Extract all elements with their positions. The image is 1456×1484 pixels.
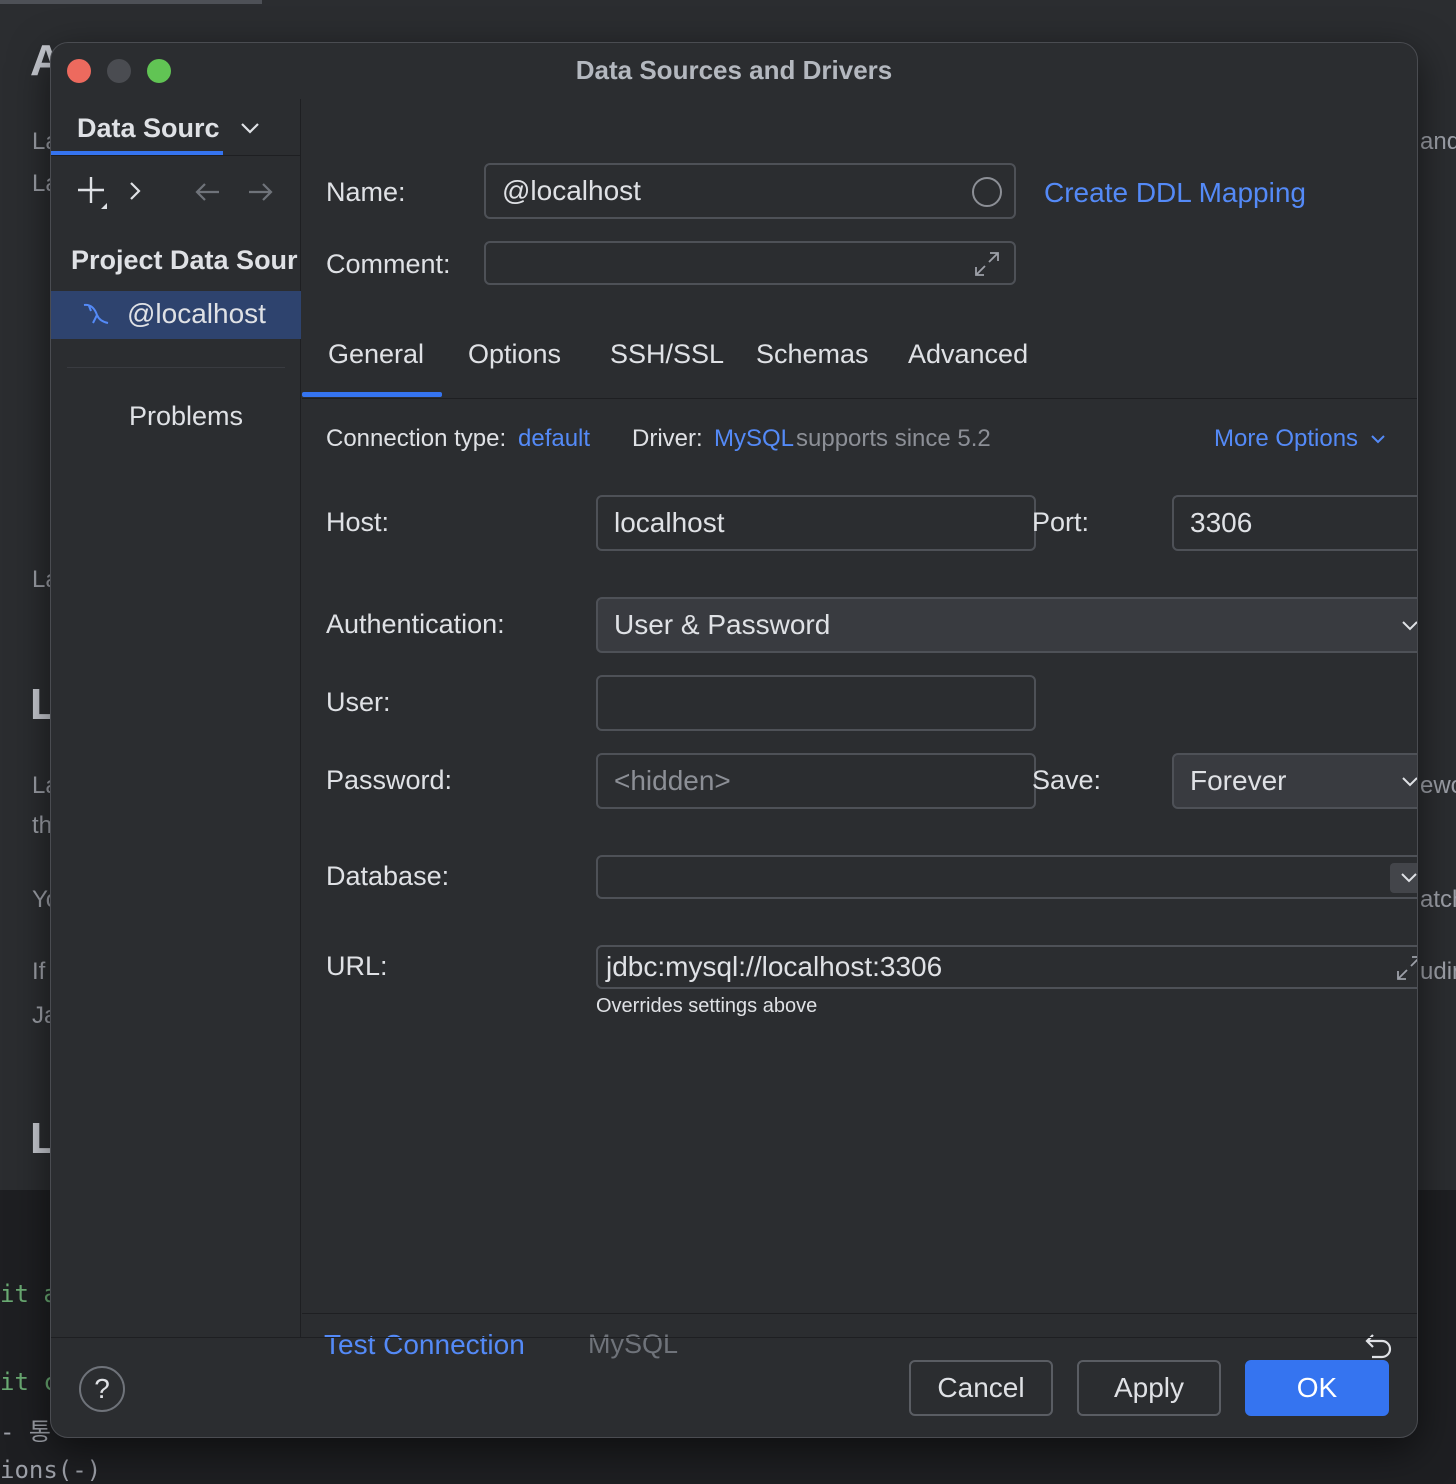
tab-schemas[interactable]: Schemas	[756, 339, 869, 370]
connection-type-label: Connection type:	[326, 425, 507, 452]
user-field[interactable]	[596, 675, 1036, 731]
sidebar-separator	[67, 367, 285, 368]
name-field[interactable]: @localhost	[484, 163, 1016, 219]
background-text: and	[1420, 128, 1456, 155]
sidebar: Data Sourc Project Data Sour @localhost …	[51, 99, 301, 1337]
sidebar-item-problems[interactable]: Problems	[51, 401, 321, 432]
chevron-down-icon	[1401, 873, 1417, 883]
background-code: ions(-)	[0, 1456, 102, 1484]
port-label: Port:	[1032, 507, 1090, 537]
authentication-value: User & Password	[614, 609, 831, 640]
tab-general[interactable]: General	[328, 339, 424, 370]
host-field[interactable]: localhost	[596, 495, 1036, 551]
sidebar-tab-data-sources[interactable]: Data Sourc	[77, 113, 223, 144]
create-ddl-mapping-link[interactable]: Create DDL Mapping	[1044, 177, 1306, 209]
name-label: Name:	[326, 177, 406, 207]
url-field[interactable]: jdbc:mysql://localhost:3306	[596, 945, 1418, 989]
expand-icon[interactable]	[1392, 951, 1418, 985]
driver-note: supports since 5.2	[796, 425, 991, 452]
color-circle-icon[interactable]	[972, 177, 1002, 207]
more-options-link[interactable]: More Options	[1214, 425, 1385, 453]
url-hint: Overrides settings above	[596, 995, 818, 1017]
data-sources-dialog: Data Sources and Drivers Data Sourc Proj…	[50, 42, 1418, 1438]
chevron-down-icon	[1402, 621, 1417, 631]
sidebar-item-localhost[interactable]: @localhost	[51, 291, 301, 339]
ok-button[interactable]: OK	[1245, 1360, 1389, 1416]
background-text: udin	[1420, 958, 1456, 985]
forward-arrow-icon[interactable]	[245, 179, 275, 205]
user-label: User:	[326, 687, 391, 717]
background-tabbar	[0, 0, 1456, 4]
url-value: jdbc:mysql://localhost:3306	[606, 951, 943, 982]
project-data-sources-heading: Project Data Sour	[71, 245, 298, 275]
tab-advanced[interactable]: Advanced	[908, 339, 1028, 370]
chevron-right-icon[interactable]	[125, 177, 145, 207]
tab-ssh-ssl[interactable]: SSH/SSL	[610, 339, 724, 370]
bottom-divider	[302, 1313, 1417, 1314]
active-tab-underline	[302, 392, 442, 397]
expand-icon[interactable]	[970, 247, 1004, 281]
background-text: If	[32, 958, 46, 985]
background-code: - 통	[0, 1418, 51, 1446]
mysql-dolphin-icon	[83, 303, 109, 324]
name-value: @localhost	[502, 175, 641, 206]
authentication-label: Authentication:	[326, 609, 505, 639]
database-label: Database:	[326, 861, 450, 891]
authentication-select[interactable]: User & Password	[596, 597, 1417, 653]
dialog-footer: ? Cancel Apply OK	[51, 1337, 1417, 1437]
url-label: URL:	[326, 951, 388, 981]
background-text: ewo	[1420, 772, 1456, 799]
host-value: localhost	[614, 507, 725, 538]
title-bar: Data Sources and Drivers	[51, 43, 1417, 99]
save-value: Forever	[1190, 765, 1287, 796]
cancel-button[interactable]: Cancel	[909, 1360, 1053, 1416]
help-button[interactable]: ?	[79, 1366, 125, 1412]
add-icon[interactable]	[75, 173, 115, 213]
background-active-tab	[0, 0, 262, 4]
tab-options[interactable]: Options	[468, 339, 561, 370]
password-field[interactable]: <hidden>	[596, 753, 1036, 809]
main-panel: Name: @localhost Create DDL Mapping Comm…	[302, 99, 1418, 1360]
tab-bar: General Options SSH/SSL Schemas Advanced	[302, 339, 1417, 399]
more-options-label: More Options	[1214, 425, 1359, 452]
password-placeholder: <hidden>	[614, 765, 731, 796]
chevron-down-icon	[1371, 435, 1385, 444]
chevron-down-icon	[1402, 777, 1417, 787]
background-text: atch	[1420, 886, 1456, 913]
sidebar-item-label: @localhost	[127, 298, 266, 329]
window-title: Data Sources and Drivers	[575, 55, 893, 85]
driver-label: Driver:	[632, 425, 703, 452]
comment-label: Comment:	[326, 249, 451, 279]
driver-link[interactable]: MySQL	[714, 425, 794, 453]
connection-type-link[interactable]: default	[518, 425, 590, 453]
save-select[interactable]: Forever	[1172, 753, 1417, 809]
comment-field[interactable]	[484, 241, 1016, 285]
database-dropdown-button[interactable]	[1390, 863, 1417, 893]
host-label: Host:	[326, 507, 390, 537]
save-label: Save:	[1032, 765, 1102, 795]
port-field[interactable]: 3306	[1172, 495, 1417, 551]
back-arrow-icon[interactable]	[193, 179, 223, 205]
background-text: th	[32, 812, 53, 839]
database-combobox[interactable]	[596, 855, 1417, 899]
password-label: Password:	[326, 765, 453, 795]
apply-button[interactable]: Apply	[1077, 1360, 1221, 1416]
chevron-down-icon[interactable]	[239, 117, 261, 139]
sidebar-divider	[51, 155, 301, 156]
port-value: 3306	[1190, 507, 1253, 538]
